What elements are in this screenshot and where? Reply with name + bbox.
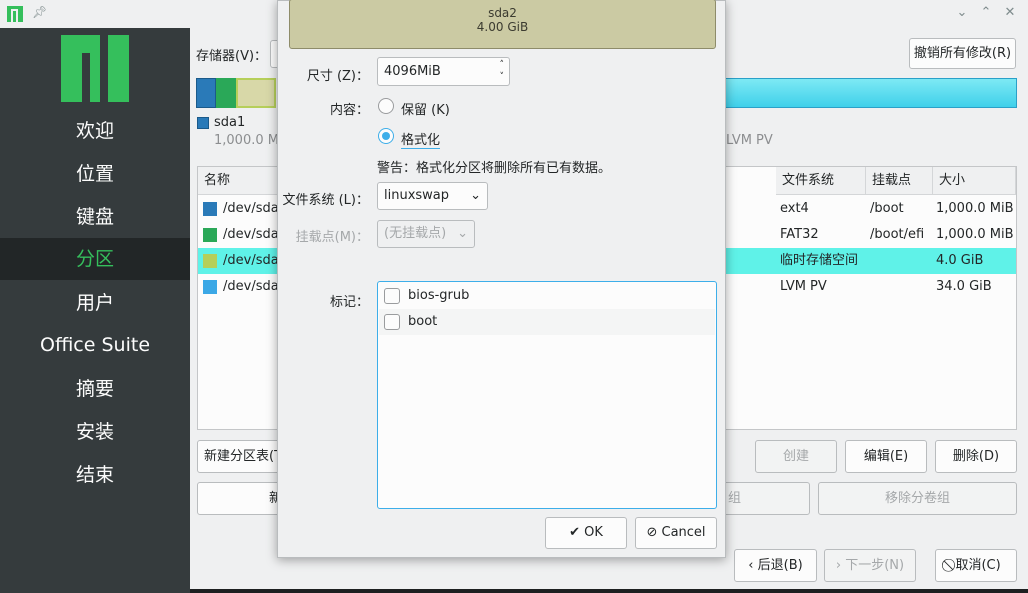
edit-button[interactable]: 编辑(E) [845, 440, 927, 473]
spin-arrows-icon[interactable]: ˄ ˅ [500, 59, 505, 83]
legend-sda1-size: 1,000.0 Mi [214, 133, 283, 148]
create-button[interactable]: 创建 [755, 440, 837, 473]
color-swatch [203, 202, 217, 216]
next-button[interactable]: › 下一步(N) [824, 549, 916, 582]
keep-label: 保留 (K) [401, 103, 450, 118]
partition-preview-name: sda2 [488, 6, 517, 20]
revert-all-button[interactable]: 撤销所有修改(R) [909, 38, 1016, 69]
app-icon [7, 6, 23, 22]
ok-icon: ✔ [569, 525, 580, 540]
cell-filesystem: ext4 [780, 201, 809, 216]
cell-filesystem: LVM PV [780, 279, 827, 294]
size-label: 尺寸 (Z)： [306, 69, 369, 84]
color-swatch [203, 228, 217, 242]
column-header-mountpoint[interactable]: 挂载点 [866, 167, 933, 195]
format-label: 格式化 [401, 129, 441, 149]
flags-list[interactable]: bios-grub boot [377, 281, 717, 509]
content-label: 内容： [329, 103, 369, 118]
maximize-icon[interactable]: ⌃ [978, 5, 994, 20]
taskbar-strip [190, 589, 1028, 593]
filesystem-combo[interactable]: linuxswap ⌄ [377, 182, 488, 210]
keep-radio[interactable] [378, 98, 394, 114]
size-spinbox[interactable]: 4096MiB ˄ ˅ [377, 57, 510, 86]
cancel-install-button[interactable]: ⃠ 取消(C) [935, 549, 1017, 582]
sidebar-item-welcome: 欢迎 [75, 120, 114, 142]
cancel-install-label: 取消(C) [955, 558, 1001, 573]
flag-item[interactable]: bios-grub [379, 283, 715, 309]
mountpoint-value: (无挂载点) [384, 226, 447, 241]
bar-segment-sda4[interactable] [726, 78, 1017, 108]
filesystem-label: 文件系统 (L)： [282, 193, 369, 208]
color-swatch [203, 280, 217, 294]
bar-segment-sda2[interactable] [216, 78, 236, 108]
cell-size: 4.0 GiB [936, 253, 984, 268]
cell-name: /dev/sda [223, 227, 279, 242]
flag-item[interactable]: boot [379, 309, 715, 335]
partition-preview-size: 4.00 GiB [476, 20, 529, 34]
sidebar-item-users: 用户 [75, 292, 114, 314]
size-value: 4096MiB [384, 64, 441, 79]
flag-label: boot [408, 314, 438, 329]
pin-icon[interactable]: 📌︎ [32, 5, 47, 19]
ok-label: OK [584, 525, 603, 540]
dialog-cancel-label: Cancel [661, 525, 706, 540]
chevron-left-icon: ‹ [748, 558, 754, 573]
cell-size: 1,000.0 MiB [936, 201, 1014, 216]
color-swatch [203, 254, 217, 268]
flag-checkbox[interactable] [384, 314, 400, 330]
flags-label: 标记： [329, 295, 369, 310]
sidebar-item-finish: 结束 [75, 464, 114, 486]
sidebar-item-install: 安装 [75, 421, 114, 443]
dialog-cancel-button[interactable]: ⊘ Cancel [635, 517, 717, 549]
cell-name: /dev/sda [223, 279, 279, 294]
edit-partition-dialog: sda2 4.00 GiB 尺寸 (Z)： 4096MiB ˄ ˅ 内容： 保留 … [277, 0, 726, 558]
format-radio[interactable] [378, 128, 394, 144]
cell-mountpoint: /boot/efi [870, 227, 925, 242]
cell-size: 34.0 GiB [936, 279, 992, 294]
chevron-down-icon: ⌄ [470, 188, 481, 203]
partition-preview: sda2 4.00 GiB [289, 0, 716, 49]
sidebar-item-partitions: 分区 [0, 238, 190, 280]
bar-segment-sda1[interactable] [196, 78, 216, 108]
close-icon[interactable]: ✕ [1002, 5, 1018, 20]
column-header-name[interactable]: 名称 [198, 167, 278, 195]
chevron-right-icon: › [835, 558, 842, 573]
cell-filesystem: 临时存储空间 [780, 253, 859, 268]
legend-sda1-name: sda1 [214, 115, 246, 130]
mountpoint-label: 挂载点(M)： [295, 230, 369, 245]
next-label: 下一步(N) [845, 558, 905, 573]
cell-filesystem: FAT32 [780, 227, 819, 242]
column-header-filesystem[interactable]: 文件系统 [776, 167, 866, 195]
legend-lvm-label: LVM PV [726, 133, 773, 148]
format-warning: 警告：格式化分区将删除所有已有数据。 [377, 161, 612, 176]
new-partition-table-button[interactable]: 新建分区表(T [197, 440, 287, 473]
sidebar-item-keyboard: 键盘 [75, 206, 114, 228]
back-label: 后退(B) [757, 558, 803, 573]
bar-segment-sda3[interactable] [236, 78, 276, 108]
flag-checkbox[interactable] [384, 288, 400, 304]
sidebar-item-location: 位置 [75, 163, 114, 185]
cell-name: /dev/sda [223, 253, 279, 268]
column-header-size[interactable]: 大小 [933, 167, 1016, 195]
minimize-icon[interactable]: ⌄ [954, 5, 970, 20]
cancel-icon: ⊘ [646, 525, 658, 540]
storage-label: 存储器(V)： [196, 49, 268, 64]
cell-mountpoint: /boot [870, 201, 904, 216]
ok-button[interactable]: ✔ OK [545, 517, 627, 549]
remove-vg-button[interactable]: 移除分卷组 [818, 482, 1017, 515]
sidebar: 欢迎 位置 键盘 分区 用户 Office Suite 摘要 安装 结束 [0, 28, 190, 593]
mountpoint-combo[interactable]: (无挂载点) ⌄ [377, 220, 475, 248]
flag-label: bios-grub [408, 288, 470, 303]
delete-button[interactable]: 删除(D) [935, 440, 1017, 473]
legend-swatch [197, 117, 209, 129]
cell-size: 1,000.0 MiB [936, 227, 1014, 242]
cell-name: /dev/sda [223, 201, 279, 216]
manjaro-logo [61, 35, 129, 102]
sidebar-item-summary: 摘要 [75, 378, 114, 400]
chevron-down-icon: ⌄ [457, 226, 468, 241]
back-button[interactable]: ‹ 后退(B) [734, 549, 817, 582]
filesystem-value: linuxswap [384, 188, 450, 203]
new-vg-button[interactable]: 新 [197, 482, 287, 515]
sidebar-item-office-suite: Office Suite [39, 334, 151, 356]
